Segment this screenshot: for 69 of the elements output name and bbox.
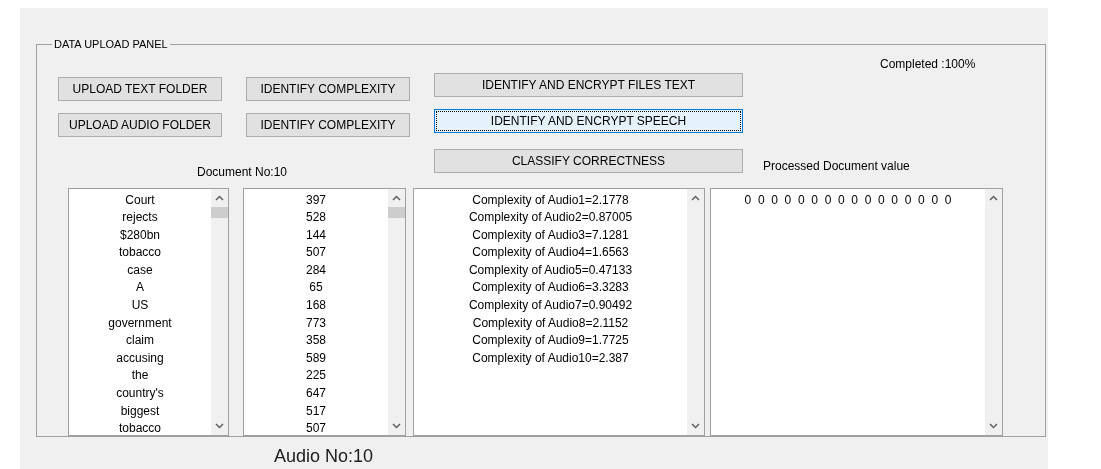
list-item[interactable]: 589 — [306, 349, 326, 368]
list-item[interactable]: 507 — [306, 244, 326, 262]
list-item[interactable]: Complexity of Audio4=1.6563 — [472, 244, 629, 262]
list-item[interactable]: 168 — [306, 297, 326, 315]
list-item[interactable]: the — [131, 367, 149, 386]
action-button[interactable]: UPLOAD TEXT FOLDER — [58, 76, 222, 101]
list-item[interactable]: 144 — [306, 226, 326, 245]
list-item[interactable]: case — [127, 261, 153, 280]
list-item[interactable]: Complexity of Audio1=2.1778 — [472, 191, 629, 210]
action-button[interactable]: IDENTIFY COMPLEXITY — [246, 76, 410, 101]
list-item[interactable]: 358 — [306, 332, 326, 350]
list-item[interactable]: biggest — [120, 402, 160, 421]
list-item[interactable]: 647 — [306, 385, 326, 403]
list-item[interactable]: Complexity of Audio5=0.47133 — [468, 261, 633, 280]
panel-title: DATA UPLOAD PANEL — [53, 37, 169, 52]
list-item[interactable]: Complexity of Audio7=0.90492 — [468, 297, 633, 315]
list-item[interactable]: 773 — [306, 314, 326, 333]
list-item[interactable]: 507 — [306, 420, 326, 438]
list-item[interactable]: government — [108, 314, 172, 333]
scrollbar[interactable] — [388, 188, 405, 435]
list-item[interactable]: 284 — [306, 261, 326, 280]
audio-count: Audio No:10 — [274, 444, 375, 468]
list-item[interactable]: accusing — [116, 349, 164, 368]
list-item[interactable]: 0 0 0 0 0 0 0 0 0 0 0 0 0 0 0 0 — [744, 191, 952, 210]
document-count: Document No:10 — [197, 163, 289, 181]
scroll-up-icon[interactable] — [691, 194, 700, 201]
list-item[interactable]: claim — [126, 332, 154, 350]
list-item[interactable]: Complexity of Audio8=2.1152 — [472, 314, 629, 333]
scroll-up-icon[interactable] — [392, 194, 401, 201]
list-item[interactable]: 397 — [306, 191, 326, 210]
list-item[interactable]: tobacco — [119, 420, 161, 438]
list-item[interactable]: Complexity of Audio10=2.387 — [472, 349, 629, 368]
list-item[interactable]: 225 — [306, 367, 326, 386]
action-button[interactable]: CLASSIFY CORRECTNESS — [434, 148, 743, 173]
processed-label: Processed Document value — [763, 157, 911, 175]
list-item[interactable]: Complexity of Audio2=0.87005 — [468, 209, 633, 227]
scrollbar[interactable] — [211, 188, 228, 435]
list-box[interactable]: Court rejects $280bn tobacco case A US government claim accusing the country's biggest tobacco — [68, 187, 229, 436]
list-box[interactable]: 0 0 0 0 0 0 0 0 0 0 0 0 0 0 0 0 — [710, 187, 1003, 436]
list-item[interactable]: 528 — [306, 209, 326, 227]
list-item[interactable]: US — [131, 297, 149, 315]
list-item[interactable]: 65 — [309, 279, 323, 298]
list-item[interactable]: Complexity of Audio9=1.7725 — [472, 332, 629, 350]
scroll-down-icon[interactable] — [392, 422, 401, 429]
list-item[interactable]: tobacco — [119, 244, 161, 262]
scroll-thumb[interactable] — [211, 206, 228, 218]
action-button[interactable]: UPLOAD AUDIO FOLDER — [58, 112, 222, 137]
action-button[interactable]: IDENTIFY AND ENCRYPT FILES TEXT — [434, 72, 743, 97]
list-box[interactable] — [413, 187, 705, 436]
scroll-down-icon[interactable] — [215, 422, 224, 429]
list-box[interactable]: 397 528 144 507 284 65 168 773 358 589 225 647 517 507 — [243, 187, 406, 436]
scroll-down-icon[interactable] — [989, 422, 998, 429]
list-item[interactable]: Court — [125, 191, 155, 210]
list-item[interactable]: rejects — [122, 209, 158, 227]
list-item[interactable]: country's — [116, 385, 164, 403]
action-button[interactable]: IDENTIFY COMPLEXITY — [246, 112, 410, 137]
scroll-up-icon[interactable] — [989, 194, 998, 201]
list-item[interactable]: Complexity of Audio3=7.1281 — [472, 226, 629, 245]
scroll-down-icon[interactable] — [691, 422, 700, 429]
list-item[interactable]: $280bn — [119, 226, 160, 245]
list-item[interactable]: 517 — [306, 402, 326, 421]
scrollbar[interactable] — [985, 188, 1002, 435]
scroll-up-icon[interactable] — [215, 194, 224, 201]
list-item[interactable]: Complexity of Audio6=3.3283 — [472, 279, 629, 298]
action-button[interactable]: IDENTIFY AND ENCRYPT SPEECH — [434, 108, 743, 133]
list-item[interactable]: A — [136, 279, 144, 298]
scroll-thumb[interactable] — [388, 206, 405, 218]
scrollbar[interactable] — [687, 188, 704, 435]
progress-status: Completed :100% — [880, 55, 977, 73]
